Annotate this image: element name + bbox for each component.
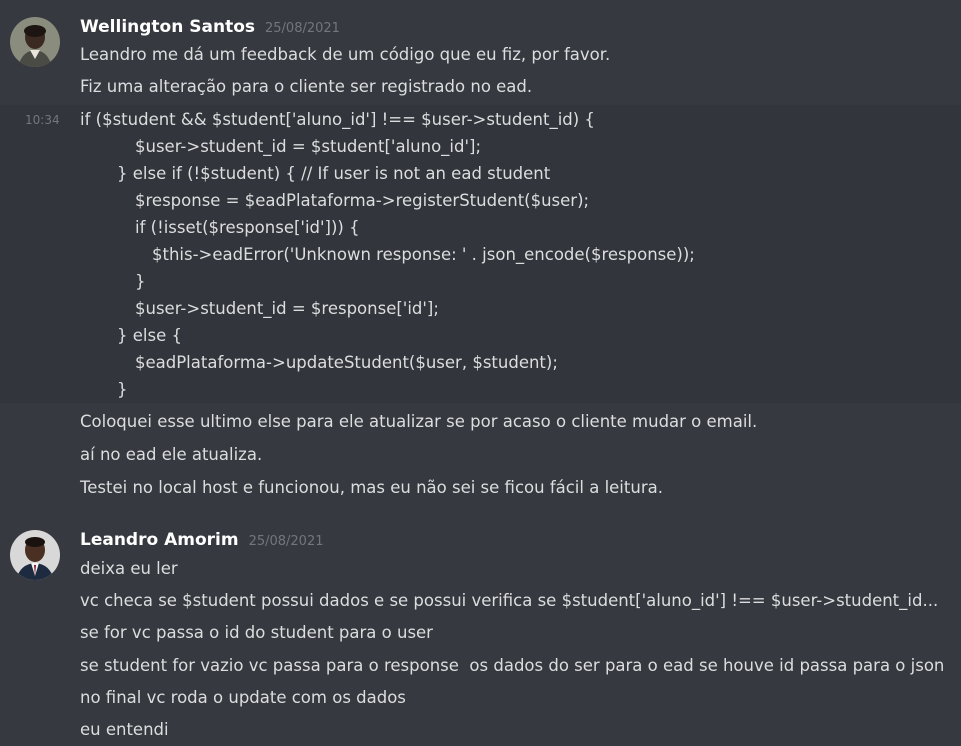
message-timestamp[interactable]: 25/08/2021 (265, 21, 340, 36)
message-text: vc checa se $student possui dados e se p… (80, 591, 939, 610)
code-line: $this->eadError('Unknown response: ' . j… (152, 245, 695, 264)
message-text: Fiz uma alteração para o cliente ser reg… (80, 77, 533, 96)
user-avatar-icon (10, 17, 60, 67)
author-name[interactable]: Wellington Santos (80, 17, 255, 37)
message-header: Leandro Amorim 25/08/2021 (80, 530, 324, 552)
code-line: $eadPlataforma->updateStudent($user, $st… (135, 353, 558, 372)
message-text: se for vc passa o id do student para o u… (80, 623, 433, 642)
message-text: no final vc roda o update com os dados (80, 688, 406, 707)
code-line: if (!isset($response['id'])) { (135, 218, 360, 237)
chat-messages: Wellington Santos 25/08/2021 Leandro me … (0, 0, 961, 746)
message-text: deixa eu ler (80, 559, 178, 578)
code-line: $response = $eadPlataforma->registerStud… (135, 191, 590, 210)
message-text: aí no ead ele atualiza. (80, 445, 263, 464)
message-text: eu entendi (80, 720, 169, 739)
message-text: se student for vazio vc passa para o res… (80, 656, 945, 675)
message-header: Wellington Santos 25/08/2021 (80, 17, 340, 39)
code-line: $user->student_id = $response['id']; (135, 299, 439, 318)
message-text: Testei no local host e funcionou, mas eu… (80, 478, 663, 497)
code-line: } (135, 272, 146, 291)
message-text: Coloquei esse ultimo else para ele atual… (80, 412, 758, 431)
avatar[interactable] (10, 530, 60, 580)
author-name[interactable]: Leandro Amorim (80, 530, 239, 550)
code-line: } else if (!$student) { // If user is no… (117, 164, 551, 183)
message-text: Leandro me dá um feedback de um código q… (80, 45, 611, 64)
avatar[interactable] (10, 17, 60, 67)
message-timestamp[interactable]: 25/08/2021 (249, 534, 324, 549)
code-line: $user->student_id = $student['aluno_id']… (135, 137, 482, 156)
code-line: if ($student && $student['aluno_id'] !==… (80, 110, 595, 129)
code-line: } else { (117, 326, 182, 345)
hover-timestamp[interactable]: 10:34 (25, 111, 60, 129)
code-line: } (117, 380, 128, 399)
user-avatar-icon (10, 530, 60, 580)
